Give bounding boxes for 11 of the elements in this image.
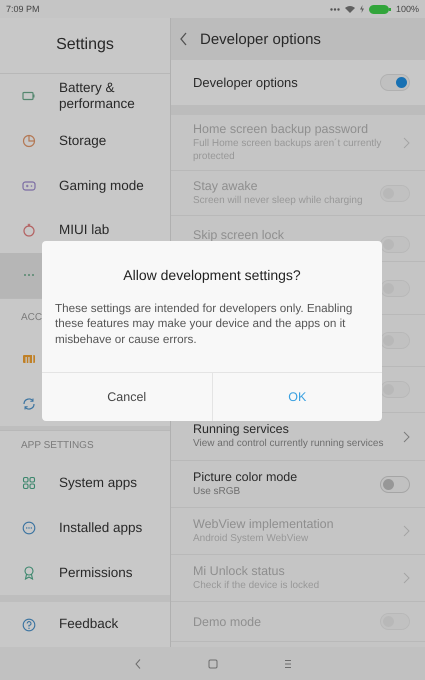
dialog-title: Allow development settings? [122,267,302,283]
sidebar-title: Settings [56,36,114,54]
setting-title: Running services [193,422,290,436]
setting-title: Developer options [193,75,299,90]
setting-subtitle: Use sRGB [193,486,242,498]
setting-subtitle: View and control currently running services [193,438,384,451]
page-title: Developer options [200,30,321,48]
battery-percent: 100% [396,4,419,14]
status-time: 7:09 PM [6,4,40,14]
section-header: APP SETTINGS [0,430,170,461]
setting-title: Picture color mode [193,470,298,484]
